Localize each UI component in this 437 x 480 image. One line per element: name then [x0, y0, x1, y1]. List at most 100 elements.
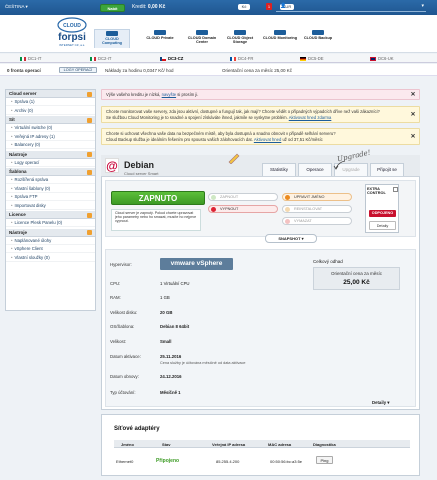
close-icon[interactable]: ✕ — [410, 92, 416, 98]
size-label: Velikost: — [110, 339, 127, 344]
tab-cloud-private[interactable]: CLOUD Private — [142, 29, 178, 48]
recharge-button[interactable]: Nabít — [100, 4, 125, 12]
sidebar-item[interactable]: Licence Plesk Panelu (0) — [6, 219, 95, 227]
details-toggle[interactable]: Detaily ▾ — [372, 400, 389, 406]
tab-cloud-backup[interactable]: CLOUD Backup — [300, 29, 336, 48]
region-dc5-de[interactable]: DC5-DE — [300, 56, 324, 61]
region-dc4-fr[interactable]: DC4-FR — [230, 56, 253, 61]
renewal-label: Datum obnovy: — [110, 374, 139, 379]
region-dc6-uk[interactable]: DC6-UK — [370, 56, 394, 61]
sidebar-item[interactable]: Logy operací — [6, 159, 95, 167]
monthly-price-box: Orientační cena za měsíc 25,00 Kč — [313, 267, 400, 290]
backup-promo-alert: Chcete si uchovat všechna vaše data na b… — [101, 128, 420, 145]
region-dc2-it[interactable]: DC2-IT — [90, 56, 112, 61]
sidebar-item[interactable]: Archiv (0) — [6, 107, 95, 115]
trash-icon — [285, 219, 290, 224]
credit-display: Kredit: 0,00 Kč — [132, 4, 166, 10]
disk-label: Velikost disku: — [110, 310, 138, 315]
cloud-private-icon — [154, 30, 166, 35]
monthly-cost: Orientační cena za měsíc 25,00 Kč — [222, 68, 293, 73]
network-table-header — [114, 440, 410, 448]
sidebar-item[interactable]: Rozšířená správa — [6, 176, 95, 184]
chevron-down-icon: ▾ — [421, 3, 424, 9]
sidebar-item[interactable]: Správa FTP — [6, 193, 95, 201]
pencil-icon[interactable] — [227, 152, 241, 164]
os-label: OS/Šablona: — [110, 324, 135, 329]
cpu-value: 1 Virtuální CPU — [160, 281, 190, 286]
activation-label: Datum aktivace: — [110, 354, 141, 359]
collapse-icon[interactable] — [87, 91, 92, 97]
backup-activate-link[interactable]: Aktivovat hned — [254, 137, 281, 142]
tab-statistiky[interactable]: Statistiky — [262, 163, 296, 176]
refresh-icon — [285, 207, 290, 212]
collapse-icon[interactable] — [87, 230, 92, 235]
ping-button[interactable]: Ping — [316, 456, 333, 464]
sidebar-item[interactable]: Importovat disky — [6, 202, 95, 210]
total-estimate-label: Celkový odhad — [313, 259, 343, 264]
operation-logs-button[interactable]: LOGY OPERACÍ — [59, 67, 97, 73]
col-state: Stav — [162, 442, 171, 447]
os-value: Debian 8 64bit — [160, 324, 190, 329]
tab-operace[interactable]: Operace — [298, 163, 332, 176]
sidebar-item[interactable]: Vlastní sloužky (0) — [6, 254, 95, 262]
server-subtitle: Cloud server Smart — [124, 171, 159, 176]
notification-badge[interactable]: 1 — [266, 3, 272, 10]
region-dc3-cz[interactable]: DC3-CZ — [160, 56, 183, 61]
language-selector[interactable]: ČEŠTINA ▾ — [5, 4, 28, 10]
close-icon[interactable]: ✕ — [410, 112, 416, 118]
currency-czk-button[interactable]: Kč — [238, 4, 250, 10]
close-icon[interactable]: ✕ — [410, 134, 416, 140]
tab-cloud-object-storage[interactable]: CLOUD Object Storage — [222, 29, 258, 48]
collapse-icon[interactable] — [87, 212, 92, 218]
start-button[interactable]: ZAPNOUT — [208, 193, 278, 201]
object-storage-icon — [234, 30, 246, 35]
low-credit-alert: Výše vašeho kreditu je nízká, navyšte si… — [101, 89, 420, 100]
collapse-icon[interactable] — [87, 152, 92, 157]
activation-value: 25.11.2016 — [160, 354, 182, 359]
extra-detail-button[interactable]: Detaily — [369, 221, 396, 230]
sidebar-item[interactable]: Naplánované úlohy — [6, 237, 95, 245]
region-dc1-it[interactable]: DC1-IT — [20, 56, 42, 61]
snapshot-button[interactable]: SNAPSHOT ▾ — [265, 234, 317, 243]
collapse-icon[interactable] — [87, 169, 92, 175]
monthly-price-value: 25,00 Kč — [343, 279, 370, 286]
hourly-cost: Náklady za hodinu 0,0347 Kč/ hod — [105, 68, 174, 73]
hypervisor-label: Hypervisor: — [110, 262, 132, 267]
renewal-value: 24.12.2016 — [160, 374, 182, 379]
svg-text:CLOUD: CLOUD — [63, 23, 81, 29]
adapter-ip: 85.255.4.200 — [216, 459, 240, 464]
sidebar-section-header[interactable]: Cloud server — [6, 90, 95, 98]
extra-control-checkbox[interactable] — [393, 187, 398, 192]
sidebar-item[interactable]: Správa (1) — [6, 98, 95, 106]
reinstall-button[interactable]: REINSTALOVAT — [282, 205, 352, 213]
sidebar-item[interactable]: Balancery (0) — [6, 141, 95, 149]
monitoring-activate-link[interactable]: Aktivovat hned zdarma — [289, 115, 332, 120]
collapse-icon[interactable] — [87, 117, 92, 123]
monitoring-promo-alert: Chcete monitorovat vaše servery, zda jso… — [101, 106, 420, 123]
rename-button[interactable]: UPRAVIT JMÉNO — [282, 193, 352, 201]
activation-note: Cena služby je účtována měsíčně od data … — [160, 361, 246, 365]
tab-pripojit-se[interactable]: Připojit se — [370, 163, 404, 176]
monitoring-icon — [274, 30, 286, 35]
user-menu[interactable]: 👤 ▾ — [276, 3, 426, 12]
disk-value: 20 GB — [160, 310, 173, 315]
power-state-indicator: ZAPNUTO — [111, 191, 205, 205]
sidebar-item[interactable]: Virtuální switche (0) — [6, 124, 95, 132]
sidebar-section-header[interactable]: Nástroje — [6, 150, 95, 159]
tab-cloud-domain-center[interactable]: CLOUD Domain Center — [184, 29, 220, 48]
power-icon — [211, 207, 216, 212]
tab-cloud-monitoring[interactable]: CLOUD Monitoring — [262, 29, 298, 48]
sidebar-section-header[interactable]: Licence — [6, 211, 95, 219]
forpsi-logo[interactable]: CLOUD forpsi INTERNET CZ, a.s. — [50, 16, 94, 48]
delete-button[interactable]: VYMAZAT — [282, 217, 352, 225]
sidebar-section-header[interactable]: Nástroje — [6, 228, 95, 237]
stop-button[interactable]: VYPNOUT — [208, 205, 278, 213]
recharge-link[interactable]: navyšte — [162, 92, 176, 97]
sidebar-item[interactable]: Veřejná IP adresy (1) — [6, 133, 95, 141]
tab-cloud-computing[interactable]: CLOUD Computing — [94, 29, 130, 48]
sidebar-item[interactable]: Vlastní šablony (0) — [6, 185, 95, 193]
sidebar-item[interactable]: vSphere Client — [6, 245, 95, 253]
adapter-name: Ethernet0 — [116, 459, 134, 464]
sidebar-section-header[interactable]: Sít — [6, 116, 95, 124]
sidebar-section-header[interactable]: Šablona — [6, 168, 95, 176]
